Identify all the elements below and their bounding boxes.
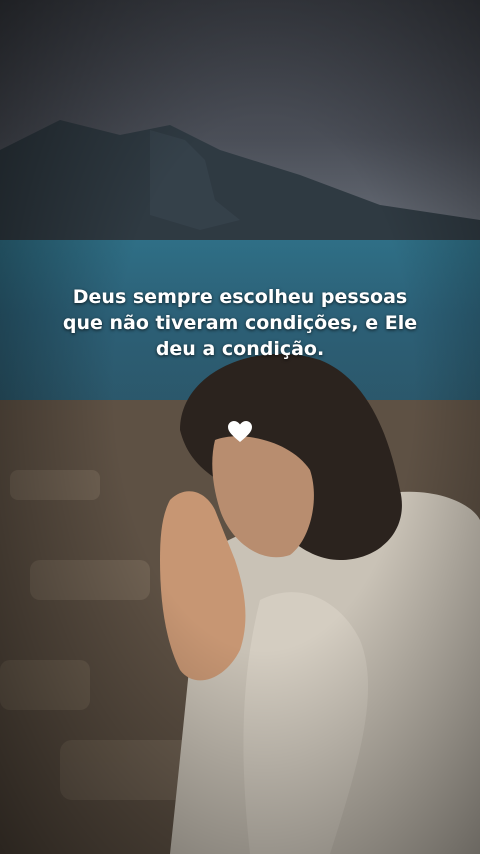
- caption-text: Deus sempre escolheu pessoas que não tiv…: [62, 286, 418, 360]
- background-photo: Deus sempre escolheu pessoas que não tiv…: [0, 0, 480, 854]
- white-heart-icon: [227, 420, 253, 448]
